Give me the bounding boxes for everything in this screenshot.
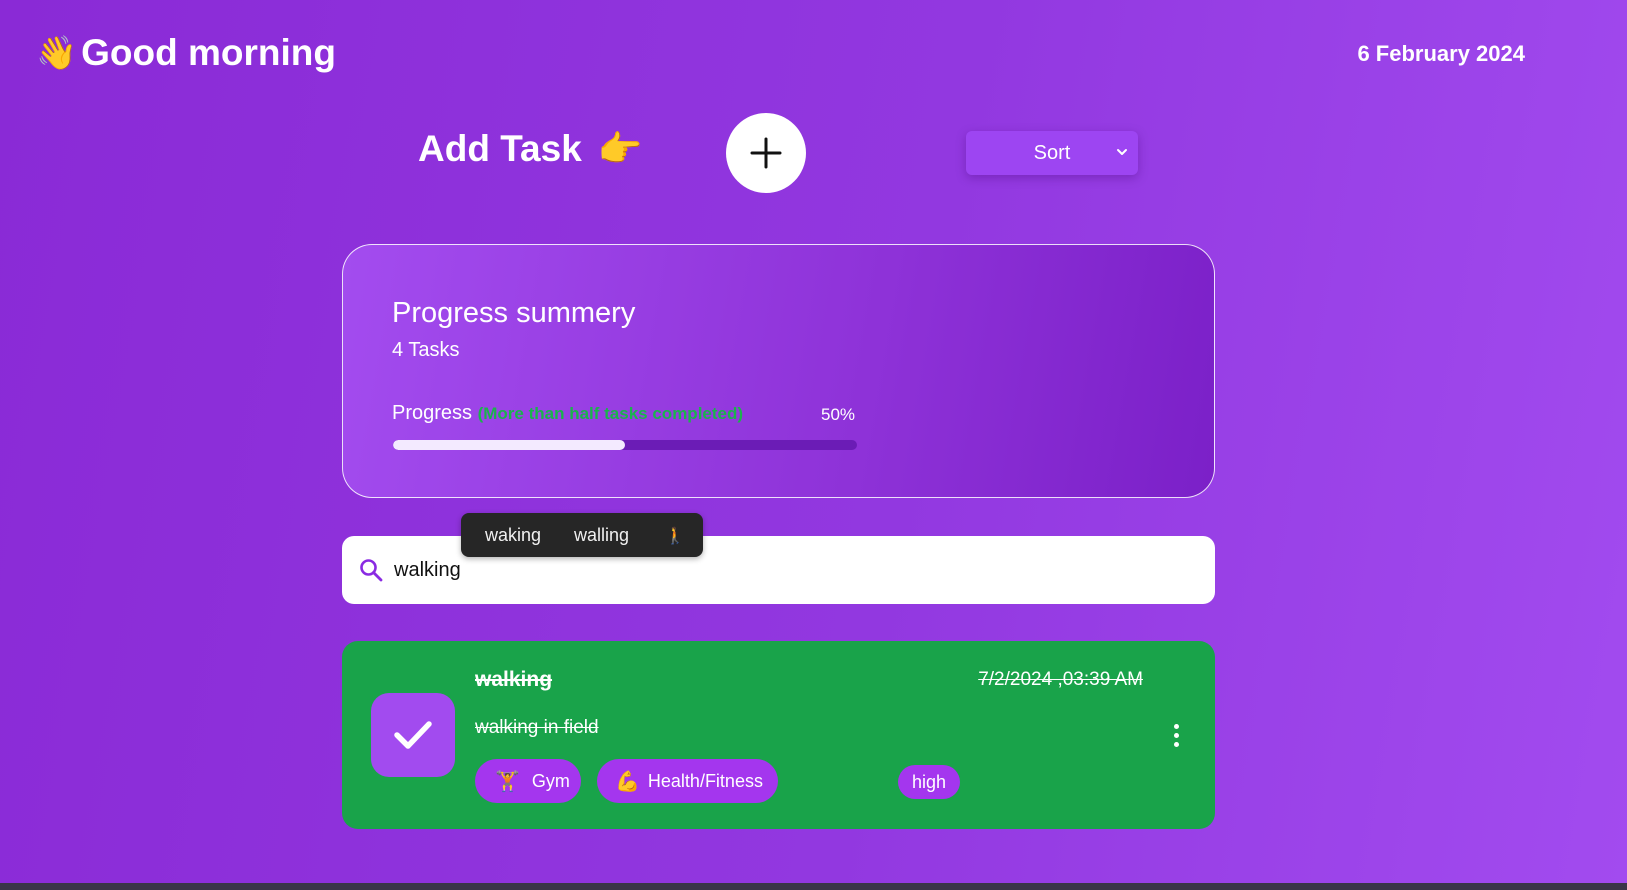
suggestion-emoji[interactable]: 🚶 bbox=[665, 526, 685, 545]
sort-select[interactable]: Sort bbox=[966, 131, 1138, 175]
sort-selected-value: Sort bbox=[1033, 141, 1071, 164]
search-input[interactable] bbox=[394, 558, 1154, 582]
tasks-count: 4 Tasks bbox=[392, 339, 460, 361]
task-date: 7/2/2024 ,03:39 AM bbox=[978, 669, 1143, 690]
more-vertical-icon bbox=[1173, 723, 1179, 729]
pointing-hand-icon: 👉 bbox=[597, 129, 643, 170]
current-date: 6 February 2024 bbox=[1357, 41, 1525, 66]
chevron-down-icon bbox=[1117, 149, 1127, 155]
category-tag-health-fitness[interactable]: 💪 Health/Fitness bbox=[597, 759, 778, 803]
weightlifter-icon: 🏋 bbox=[495, 769, 520, 793]
autocorrect-suggestions: waking walling 🚶 bbox=[461, 513, 703, 557]
more-vertical-icon bbox=[1173, 732, 1179, 738]
suggestion-item[interactable]: walling bbox=[574, 525, 629, 546]
add-task-heading: Add Task 👉 bbox=[418, 128, 643, 170]
progress-bar-fill bbox=[393, 440, 625, 450]
add-task-label: Add Task bbox=[418, 128, 582, 169]
waving-hand-icon: 👋 bbox=[36, 33, 78, 72]
add-task-button[interactable] bbox=[726, 113, 806, 193]
greeting-text: Good morning bbox=[81, 32, 336, 73]
progress-label-row: Progress (More than half tasks completed… bbox=[392, 402, 743, 425]
priority-badge: high bbox=[898, 765, 961, 799]
check-icon bbox=[394, 721, 432, 749]
progress-label: Progress bbox=[392, 402, 473, 424]
more-vertical-icon bbox=[1173, 741, 1179, 747]
task-card[interactable]: walking 7/2/2024 ,03:39 AM walking in fi… bbox=[342, 641, 1215, 829]
progress-summary-title: Progress summery bbox=[392, 297, 636, 329]
task-menu-button[interactable] bbox=[1167, 721, 1185, 749]
category-tag-gym[interactable]: 🏋 Gym bbox=[475, 759, 581, 803]
progress-percent: 50% bbox=[821, 405, 856, 424]
progress-note: (More than half tasks completed) bbox=[477, 404, 744, 423]
task-complete-toggle[interactable] bbox=[371, 693, 455, 777]
flexed-biceps-icon: 💪 bbox=[615, 769, 640, 793]
category-label: Gym bbox=[531, 770, 570, 791]
window-bottom-edge bbox=[0, 883, 1627, 890]
plus-icon bbox=[750, 137, 782, 169]
suggestion-item[interactable]: waking bbox=[485, 525, 541, 546]
task-title: walking bbox=[475, 668, 553, 691]
progress-summary-card: Progress summery 4 Tasks Progress (More … bbox=[342, 244, 1215, 498]
search-icon bbox=[360, 559, 383, 582]
task-description: walking in field bbox=[475, 717, 599, 738]
greeting-header: 👋 Good morning bbox=[36, 32, 336, 74]
category-label: Health/Fitness bbox=[647, 770, 763, 791]
progress-bar bbox=[393, 440, 857, 450]
